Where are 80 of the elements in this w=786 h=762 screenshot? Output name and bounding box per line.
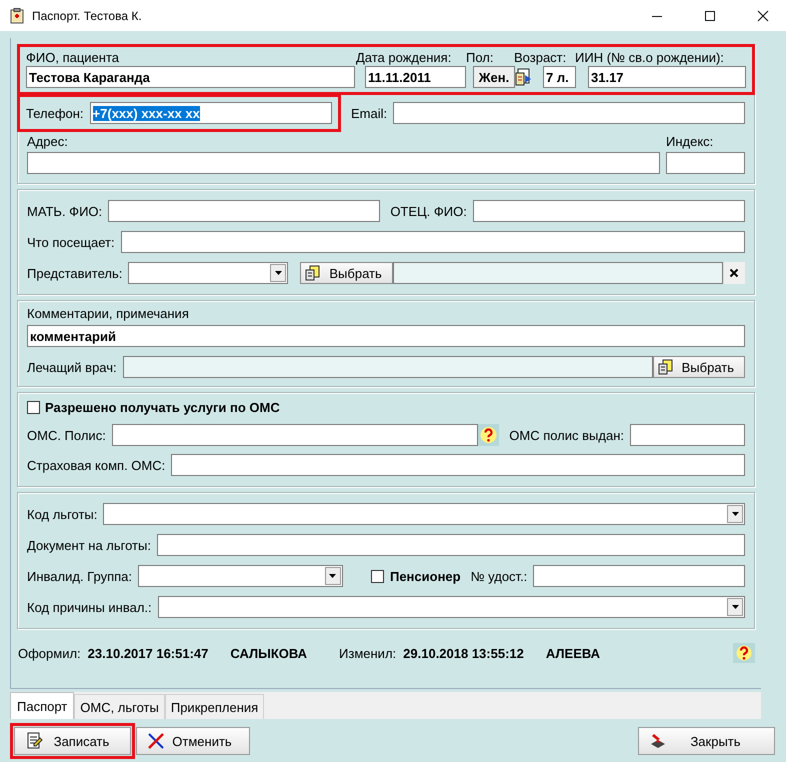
- benefit-document-field[interactable]: [156, 534, 745, 556]
- created-label: Оформил:: [18, 646, 81, 660]
- name-field[interactable]: Тестова Караганда: [26, 66, 355, 88]
- clear-icon[interactable]: [724, 262, 745, 284]
- dropdown-arrow-icon: [732, 512, 738, 516]
- choose-button[interactable]: Выбрать: [652, 356, 745, 378]
- field-label: Адрес:: [27, 134, 69, 148]
- benefit-code-dropdown[interactable]: [103, 503, 745, 525]
- document-icon[interactable]: [515, 67, 533, 87]
- changed-time: 29.10.2018 13:55:12: [403, 646, 524, 660]
- field-label: Индекс:: [666, 134, 714, 148]
- sex-button[interactable]: Жен.: [473, 66, 515, 88]
- dropdown-arrow-icon: [274, 271, 282, 275]
- field-label: № удост.:: [470, 568, 528, 584]
- close-icon[interactable]: [757, 10, 769, 22]
- field-label: ФИО, пациента: [26, 50, 120, 65]
- field-label: Представитель:: [27, 266, 122, 280]
- disability-reason-dropdown[interactable]: [158, 596, 745, 618]
- maximize-icon[interactable]: [704, 10, 716, 22]
- checkbox[interactable]: [370, 570, 384, 582]
- mother-name-field[interactable]: [108, 200, 380, 222]
- father-name-field[interactable]: [472, 200, 745, 222]
- help-icon[interactable]: [733, 643, 755, 663]
- phone-value: +7(xxx) xxx-xx xx: [92, 106, 200, 120]
- age-field[interactable]: 7 л.: [543, 66, 576, 88]
- field-label: Код причины инвал.:: [27, 600, 152, 614]
- field-label: Дата рождения:: [356, 50, 452, 65]
- tab[interactable]: Прикрепления: [164, 694, 264, 719]
- policy-field[interactable]: [112, 424, 478, 446]
- insurer-field[interactable]: [171, 454, 745, 476]
- postal-index-field[interactable]: [666, 152, 745, 174]
- choose-button[interactable]: Выбрать: [300, 262, 393, 284]
- help-icon[interactable]: [478, 424, 500, 446]
- tab[interactable]: Паспорт: [10, 692, 74, 719]
- field-label: Страховая комп. ОМС:: [27, 458, 166, 472]
- field-label: ОМС полис выдан:: [509, 428, 624, 442]
- save-button[interactable]: Записать: [14, 727, 131, 755]
- dropdown-arrow-icon: [329, 574, 336, 578]
- created-by: САЛЫКОВА: [230, 646, 308, 660]
- representative-dropdown[interactable]: [128, 262, 288, 284]
- checkbox-label: Пенсионер: [390, 568, 461, 584]
- changed-label: Изменил:: [339, 646, 396, 660]
- tab[interactable]: ОМС, льготы: [74, 694, 165, 719]
- window-title: Паспорт. Тестова К.: [32, 8, 142, 22]
- comment-field[interactable]: комментарий: [27, 325, 745, 347]
- field-label: ОТЕЦ. ФИО:: [390, 204, 467, 218]
- visits-field[interactable]: [120, 231, 745, 253]
- document-icon: [25, 732, 43, 750]
- phone-field[interactable]: +7(xxx) xxx-xx xx: [90, 102, 332, 124]
- cross-icon: [147, 732, 165, 750]
- field-label: Документ на льготы:: [27, 538, 151, 552]
- address-field[interactable]: [27, 152, 660, 174]
- field-label: Телефон:: [26, 106, 84, 120]
- document-icon: [305, 265, 322, 281]
- disability-group-dropdown[interactable]: [138, 565, 343, 587]
- field-label: МАТЬ. ФИО:: [27, 204, 102, 218]
- policy-issued-field[interactable]: [630, 424, 745, 446]
- field-label: ИИН (№ св.о рождении):: [575, 50, 725, 65]
- field-label: Пол:: [466, 50, 494, 65]
- field-label: Email:: [351, 106, 388, 120]
- cancel-button[interactable]: Отменить: [136, 727, 250, 755]
- checkbox[interactable]: [27, 400, 40, 414]
- certificate-field[interactable]: [533, 565, 745, 587]
- field-label: Комментарии, примечания: [27, 306, 190, 322]
- field-label: Что посещает:: [27, 234, 115, 250]
- created-time: 23.10.2017 16:51:47: [88, 646, 208, 660]
- close-button[interactable]: Закрыть: [638, 727, 775, 755]
- changed-by: АЛЕЕВА: [546, 646, 600, 660]
- dropdown-arrow-icon: [732, 605, 738, 609]
- field-label: Инвалид. Группа:: [27, 568, 132, 584]
- checkbox-label: Разрешено получать услуги по ОМС: [45, 400, 280, 414]
- field-label: Возраст:: [514, 50, 568, 65]
- document-icon: [658, 359, 674, 375]
- iin-field[interactable]: 31.17: [588, 66, 746, 88]
- birth-date-field[interactable]: 11.11.2011: [365, 66, 466, 88]
- field-label: Код льготы:: [27, 506, 98, 522]
- email-field[interactable]: [393, 102, 745, 124]
- document-icon: [9, 8, 25, 24]
- field-label: Лечащий врач:: [27, 360, 117, 374]
- field-label: ОМС. Полис:: [27, 428, 106, 442]
